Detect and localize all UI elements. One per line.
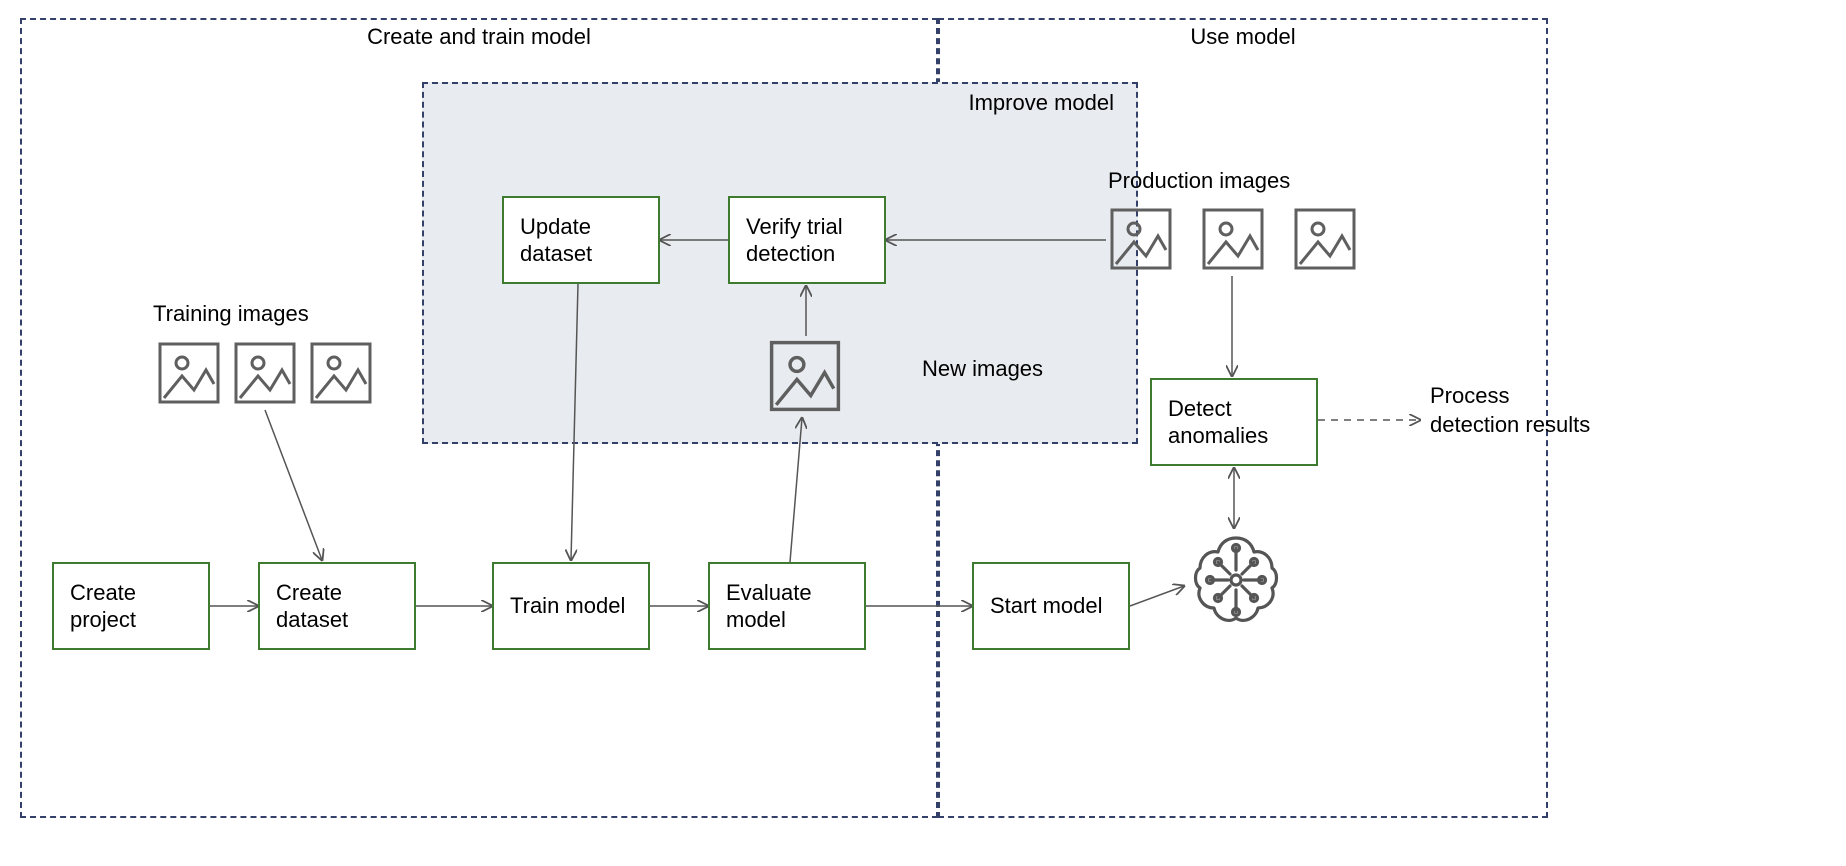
process-results-label: Process detection results (1430, 382, 1600, 439)
region-improve-model-label: Improve model (422, 90, 1138, 116)
node-evaluate-model: Evaluate model (708, 562, 866, 650)
node-label: Create project (70, 579, 192, 634)
node-create-dataset: Create dataset (258, 562, 416, 650)
node-detect-anomalies: Detect anomalies (1150, 378, 1318, 466)
image-icon (232, 340, 298, 406)
ai-brain-icon (1186, 530, 1286, 630)
diagram-canvas: Create and train model Use model Improve… (0, 0, 1846, 866)
node-label: Evaluate model (726, 579, 848, 634)
new-images-label: New images (922, 356, 1043, 382)
region-create-train-label: Create and train model (20, 24, 938, 50)
node-label: Update dataset (520, 213, 642, 268)
region-use-model-label: Use model (938, 24, 1548, 50)
node-label: Detect anomalies (1168, 395, 1300, 450)
node-update-dataset: Update dataset (502, 196, 660, 284)
node-train-model: Train model (492, 562, 650, 650)
node-verify-trial: Verify trial detection (728, 196, 886, 284)
image-icon (1292, 206, 1358, 272)
image-icon (156, 340, 222, 406)
node-label: Verify trial detection (746, 213, 868, 268)
image-icon (308, 340, 374, 406)
image-icon (1108, 206, 1174, 272)
production-images-label: Production images (1108, 168, 1290, 194)
training-images-label: Training images (153, 301, 309, 327)
image-icon (767, 338, 843, 414)
node-label: Train model (510, 592, 625, 620)
image-icon (1200, 206, 1266, 272)
node-create-project: Create project (52, 562, 210, 650)
node-label: Create dataset (276, 579, 398, 634)
node-start-model: Start model (972, 562, 1130, 650)
node-label: Start model (990, 592, 1103, 620)
